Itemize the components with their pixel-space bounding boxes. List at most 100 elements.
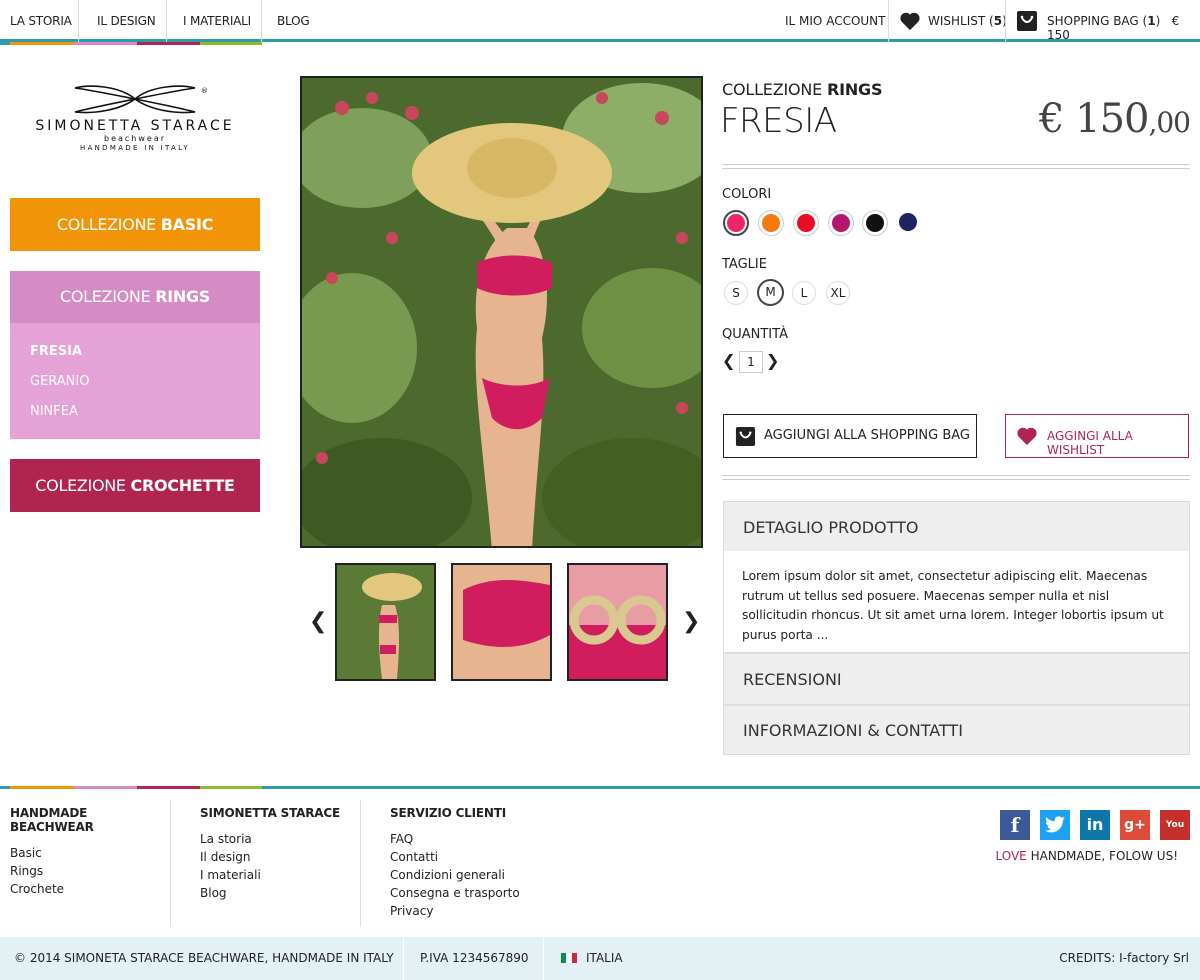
quantity-input[interactable]: 1 [739, 351, 763, 373]
collection-rings-button[interactable]: COLEZIONE RINGS [10, 271, 260, 323]
footer-divider [170, 800, 171, 927]
size-option-m[interactable]: M [757, 279, 784, 306]
google-plus-icon[interactable]: g+ [1120, 810, 1150, 840]
twitter-bird-icon [1045, 816, 1065, 833]
twitter-icon[interactable] [1040, 810, 1070, 840]
bag-label: SHOPPING BAG [1047, 14, 1139, 28]
size-option-s[interactable]: S [724, 281, 748, 305]
thumbnail-2[interactable] [451, 563, 552, 681]
sizes-label: TAGLIE [722, 257, 767, 272]
footer-link-faq[interactable]: FAQ [390, 830, 590, 848]
collection-crochette-button[interactable]: COLEZIONE CROCHETTE [10, 459, 260, 512]
color-swatch-4[interactable] [828, 210, 854, 236]
product-price: € 150,00 [1038, 96, 1191, 142]
divider [722, 475, 1190, 476]
youtube-icon[interactable]: You [1160, 810, 1190, 840]
size-option-l[interactable]: L [792, 281, 816, 305]
nav-blog[interactable]: BLOG [277, 14, 310, 28]
color-swatch-2[interactable] [758, 210, 784, 236]
nav-divider [166, 0, 167, 42]
product-main-image[interactable] [300, 76, 703, 548]
collection-name: RINGS [155, 287, 211, 306]
color-swatch-fill [832, 214, 850, 232]
footer-link-condizioni[interactable]: Condizioni generali [390, 866, 590, 884]
footer-link-rings[interactable]: Rings [10, 862, 170, 880]
accordion-detail-header[interactable]: DETAGLIO PRODOTTO [723, 501, 1190, 552]
footer-link-crochete[interactable]: Crochete [10, 880, 170, 898]
rings-submenu: FRESIA GERANIO NINFEA [10, 323, 260, 439]
accordion-info-header[interactable]: INFORMAZIONI & CONTATTI [723, 705, 1190, 755]
footer-heading: SIMONETTA STARACE [200, 806, 340, 820]
nav-la-storia[interactable]: LA STORIA [10, 14, 72, 28]
footer-link-il-design[interactable]: Il design [200, 848, 360, 866]
nav-divider [888, 0, 889, 42]
footer-color-stripes [10, 786, 262, 789]
logo-sub: beachwear [103, 134, 167, 143]
nav-divider [261, 0, 262, 42]
thumbnail-3[interactable] [567, 563, 668, 681]
color-swatch-fill [899, 213, 917, 231]
footer-link-blog[interactable]: Blog [200, 884, 360, 902]
nav-divider [1005, 0, 1006, 42]
top-bar: LA STORIA IL DESIGN I MATERIALI BLOG IL … [0, 0, 1200, 42]
collection-title-prefix: COLLEZIONE [722, 80, 827, 99]
add-to-wishlist-label: AGGINGI ALLA WISHLIST [1047, 429, 1133, 457]
collection-name: BASIC [160, 215, 214, 234]
wishlist-count: 5 [993, 14, 1003, 28]
color-swatch-6[interactable] [896, 210, 922, 236]
nav-underline-stripes [10, 42, 262, 45]
footer-link-privacy[interactable]: Privacy [390, 902, 590, 920]
follow-us-text: LOVE HANDMADE, FOLOW US! [995, 849, 1178, 863]
collection-basic-button[interactable]: COLLEZIONE BASIC [10, 198, 260, 251]
footer-link-contatti[interactable]: Contatti [390, 848, 590, 866]
collection-prefix: COLEZIONE [59, 287, 156, 306]
quantity-label: QUANTITÀ [722, 327, 788, 342]
nav-il-design[interactable]: IL DESIGN [97, 14, 156, 28]
qty-decrease-icon[interactable]: ❮ [722, 353, 735, 369]
thumb-next-arrow-icon[interactable]: ❯ [682, 611, 700, 633]
footer-link-la-storia[interactable]: La storia [200, 830, 360, 848]
thumb-prev-arrow-icon[interactable]: ❮ [309, 611, 327, 633]
stripe-red [137, 42, 200, 45]
footer-link-i-materiali[interactable]: I materiali [200, 866, 360, 884]
logo-name: SIMONETTA STARACE [35, 118, 235, 134]
accordion-reviews-header[interactable]: RECENSIONI [723, 653, 1190, 705]
stripe-green [200, 42, 262, 45]
footer-link-consegna[interactable]: Consegna e trasporto [390, 884, 590, 902]
color-swatch-3[interactable] [793, 210, 819, 236]
footer-heading: SERVIZIO CLIENTI [390, 806, 506, 820]
add-to-wishlist-button[interactable]: AGGINGI ALLA WISHLIST [1005, 414, 1189, 458]
footer-column-simonetta: SIMONETTA STARACE La storia Il design I … [200, 800, 360, 927]
stripe-orange [10, 786, 74, 789]
shopping-bag-link[interactable]: SHOPPING BAG (1) € 150 [1047, 14, 1200, 42]
brand-logo[interactable]: ® SIMONETTA STARACE beachwear HANDMADE I… [10, 84, 260, 168]
color-swatch-1[interactable] [723, 210, 749, 236]
my-account-link[interactable]: IL MIO ACCOUNT [785, 14, 885, 28]
linkedin-icon[interactable]: in [1080, 810, 1110, 840]
qty-increase-icon[interactable]: ❯ [766, 353, 779, 369]
color-swatch-5[interactable] [862, 210, 888, 236]
piva-text: P.IVA 1234567890 [420, 951, 529, 965]
footer-column-beachwear: HANDMADE BEACHWEAR Basic Rings Crochete [10, 800, 170, 927]
wishlist-link[interactable]: WISHLIST (5) [928, 14, 1007, 28]
submenu-item-fresia[interactable]: FRESIA [30, 344, 82, 359]
bottom-divider [403, 937, 404, 980]
stripe-pink [74, 42, 137, 45]
divider [722, 168, 1190, 169]
accordion-detail-body: Lorem ipsum dolor sit amet, consectetur … [723, 551, 1190, 653]
stripe-pink [74, 786, 137, 789]
price-main: € 150 [1038, 96, 1150, 142]
product-photo [302, 78, 701, 546]
add-to-bag-button[interactable]: AGGIUNGI ALLA SHOPPING BAG [723, 414, 977, 458]
color-swatch-fill [727, 214, 745, 232]
footer-link-basic[interactable]: Basic [10, 844, 170, 862]
nav-i-materiali[interactable]: I MATERIALI [183, 14, 251, 28]
logo-tagline: HANDMADE IN ITALY [79, 144, 190, 152]
size-option-xl[interactable]: XL [826, 281, 850, 305]
country-selector[interactable]: ITALIA [586, 951, 623, 965]
shopping-bag-icon [735, 426, 756, 447]
thumbnail-1[interactable] [335, 563, 436, 681]
submenu-item-geranio[interactable]: GERANIO [30, 374, 89, 389]
submenu-item-ninfea[interactable]: NINFEA [30, 404, 78, 419]
facebook-icon[interactable]: f [1000, 810, 1030, 840]
